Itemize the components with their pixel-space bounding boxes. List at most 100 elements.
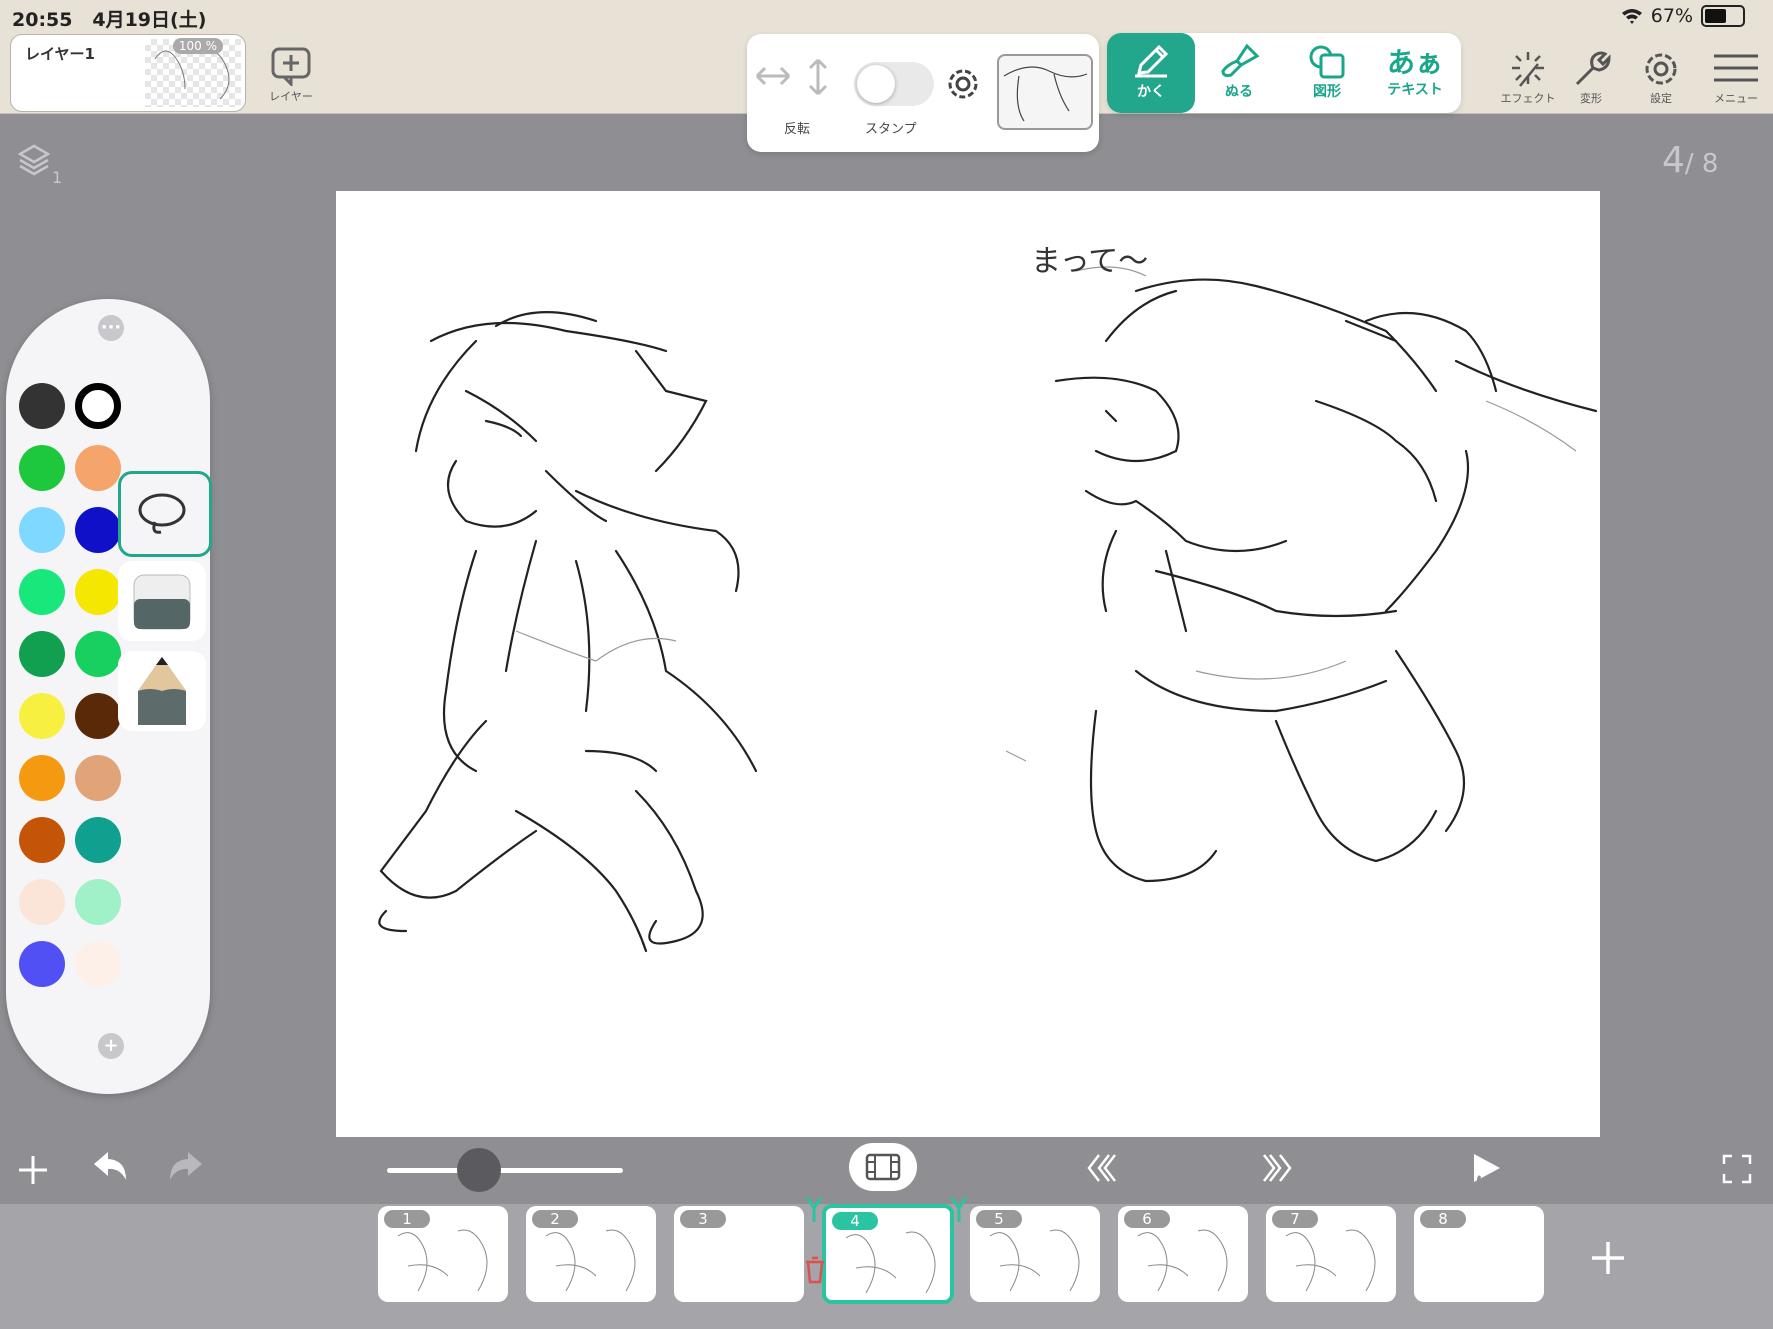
add-layer-icon bbox=[271, 47, 311, 86]
slider-handle[interactable] bbox=[457, 1148, 501, 1192]
previous-frame-icon[interactable] bbox=[1085, 1153, 1119, 1183]
battery-icon bbox=[1701, 5, 1745, 27]
page-counter: 4/ 8 bbox=[1662, 140, 1718, 181]
stamp-toggle[interactable] bbox=[854, 62, 934, 106]
add-layer-button[interactable]: レイヤー bbox=[266, 46, 316, 104]
add-page-icon[interactable] bbox=[1588, 1238, 1628, 1278]
stamp-settings-gear-icon[interactable] bbox=[943, 64, 983, 104]
onion-skin-left-icon[interactable] bbox=[805, 1196, 823, 1224]
onion-skin-right-icon[interactable] bbox=[950, 1196, 968, 1224]
flip-vertical-icon[interactable] bbox=[804, 56, 832, 98]
lasso-icon bbox=[138, 493, 186, 534]
settings-label: 設定 bbox=[1650, 92, 1672, 105]
color-swatch[interactable] bbox=[75, 817, 121, 863]
color-swatch[interactable] bbox=[75, 569, 121, 615]
eraser-tool-button[interactable] bbox=[118, 561, 206, 641]
add-color-button[interactable]: + bbox=[98, 1033, 124, 1059]
next-frame-icon[interactable] bbox=[1260, 1153, 1294, 1183]
status-bar: 20:55 4月19日(土) 67% bbox=[0, 0, 1773, 32]
play-icon[interactable] bbox=[1470, 1150, 1504, 1186]
frame-number: 4 bbox=[832, 1212, 878, 1230]
eraser-icon bbox=[133, 574, 191, 630]
color-swatch[interactable] bbox=[75, 941, 121, 987]
mode-fill-button[interactable]: ぬる bbox=[1195, 33, 1283, 113]
color-swatch[interactable] bbox=[75, 693, 121, 739]
color-swatch[interactable] bbox=[19, 941, 65, 987]
gear-icon bbox=[1645, 53, 1677, 85]
pencil-icon bbox=[1135, 44, 1169, 78]
color-swatch[interactable] bbox=[19, 693, 65, 739]
layer-opacity: 100 % bbox=[172, 38, 223, 54]
layer-thumbnail[interactable]: レイヤー1 100 % bbox=[10, 34, 246, 112]
frame-number: 5 bbox=[976, 1210, 1022, 1228]
flip-label: 反転 bbox=[784, 122, 811, 137]
film-icon bbox=[865, 1153, 901, 1181]
effect-button[interactable]: エフェクト bbox=[1498, 50, 1558, 106]
frame-number: 8 bbox=[1420, 1210, 1466, 1228]
color-swatch[interactable] bbox=[19, 631, 65, 677]
color-swatch[interactable] bbox=[75, 879, 121, 925]
color-swatch[interactable] bbox=[19, 569, 65, 615]
stamp-thumbnail[interactable] bbox=[997, 54, 1093, 130]
color-swatch[interactable] bbox=[19, 879, 65, 925]
color-swatch[interactable] bbox=[75, 631, 121, 677]
brush-icon bbox=[1221, 43, 1260, 77]
canvas-annotation: まって〜 bbox=[1031, 244, 1148, 279]
palette-more-button[interactable]: ··· bbox=[98, 315, 124, 341]
frame-thumbnail[interactable]: 8 bbox=[1414, 1206, 1544, 1302]
frame-thumbnail[interactable]: 1 bbox=[378, 1206, 508, 1302]
drawing-mode-group: かく ぬる 図形 あぁ テキスト bbox=[1107, 33, 1461, 113]
effect-icon bbox=[1512, 52, 1544, 87]
settings-button[interactable]: 設定 bbox=[1636, 50, 1686, 106]
current-page: 4 bbox=[1662, 140, 1685, 181]
filmstrip-button[interactable] bbox=[849, 1143, 917, 1191]
pencil-tool-button[interactable] bbox=[118, 651, 206, 731]
frame-thumbnail[interactable]: 3 bbox=[674, 1206, 804, 1302]
brush-size-slider[interactable] bbox=[387, 1168, 623, 1173]
frame-number: 3 bbox=[680, 1210, 726, 1228]
color-swatch[interactable] bbox=[19, 755, 65, 801]
total-pages: / 8 bbox=[1684, 149, 1719, 179]
color-swatch[interactable] bbox=[75, 507, 121, 553]
frame-thumbnail[interactable]: 7 bbox=[1266, 1206, 1396, 1302]
frame-thumbnail[interactable]: 5 bbox=[970, 1206, 1100, 1302]
lasso-tool-button[interactable] bbox=[118, 471, 212, 557]
frame-thumbnail[interactable]: 2 bbox=[526, 1206, 656, 1302]
color-palette: ··· + bbox=[6, 299, 212, 1094]
layer-name: レイヤー1 bbox=[25, 45, 95, 63]
color-swatch[interactable] bbox=[19, 817, 65, 863]
flip-horizontal-icon[interactable] bbox=[753, 62, 793, 90]
menu-label: メニュー bbox=[1714, 92, 1758, 105]
mode-text-button[interactable]: あぁ テキスト bbox=[1371, 33, 1459, 113]
frame-number: 7 bbox=[1272, 1210, 1318, 1228]
frame-number: 6 bbox=[1124, 1210, 1170, 1228]
color-swatch[interactable] bbox=[75, 383, 121, 429]
undo-icon[interactable] bbox=[90, 1148, 130, 1184]
add-layer-label: レイヤー bbox=[269, 90, 313, 103]
shape-icon bbox=[1309, 45, 1345, 79]
color-swatch[interactable] bbox=[19, 507, 65, 553]
delete-frame-icon[interactable] bbox=[804, 1256, 826, 1284]
color-swatch[interactable] bbox=[75, 755, 121, 801]
stamp-label: スタンプ bbox=[865, 122, 917, 137]
menu-button[interactable]: メニュー bbox=[1706, 50, 1766, 106]
color-swatch[interactable] bbox=[19, 445, 65, 491]
redo-icon[interactable] bbox=[166, 1148, 206, 1184]
color-swatch[interactable] bbox=[19, 383, 65, 429]
mode-draw-button[interactable]: かく bbox=[1107, 33, 1195, 113]
frame-thumbnail[interactable]: 6 bbox=[1118, 1206, 1248, 1302]
mode-fill-label: ぬる bbox=[1225, 84, 1253, 100]
mode-shape-label: 図形 bbox=[1313, 84, 1341, 100]
sketch-drawing: まって〜 bbox=[378, 244, 1598, 953]
mode-shape-button[interactable]: 図形 bbox=[1283, 33, 1371, 113]
add-frame-icon[interactable] bbox=[16, 1153, 50, 1187]
color-swatch[interactable] bbox=[75, 445, 121, 491]
layers-indicator[interactable]: 1 bbox=[17, 144, 62, 187]
layers-icon bbox=[17, 144, 51, 176]
frame-thumbnail[interactable]: 4 bbox=[822, 1204, 954, 1304]
flip-stamp-panel: 反転 スタンプ bbox=[747, 34, 1099, 152]
fullscreen-icon[interactable] bbox=[1722, 1154, 1752, 1184]
drawing-canvas[interactable]: まって〜 bbox=[336, 191, 1600, 1137]
status-time: 20:55 bbox=[12, 9, 73, 31]
transform-button[interactable]: 変形 bbox=[1566, 50, 1616, 106]
